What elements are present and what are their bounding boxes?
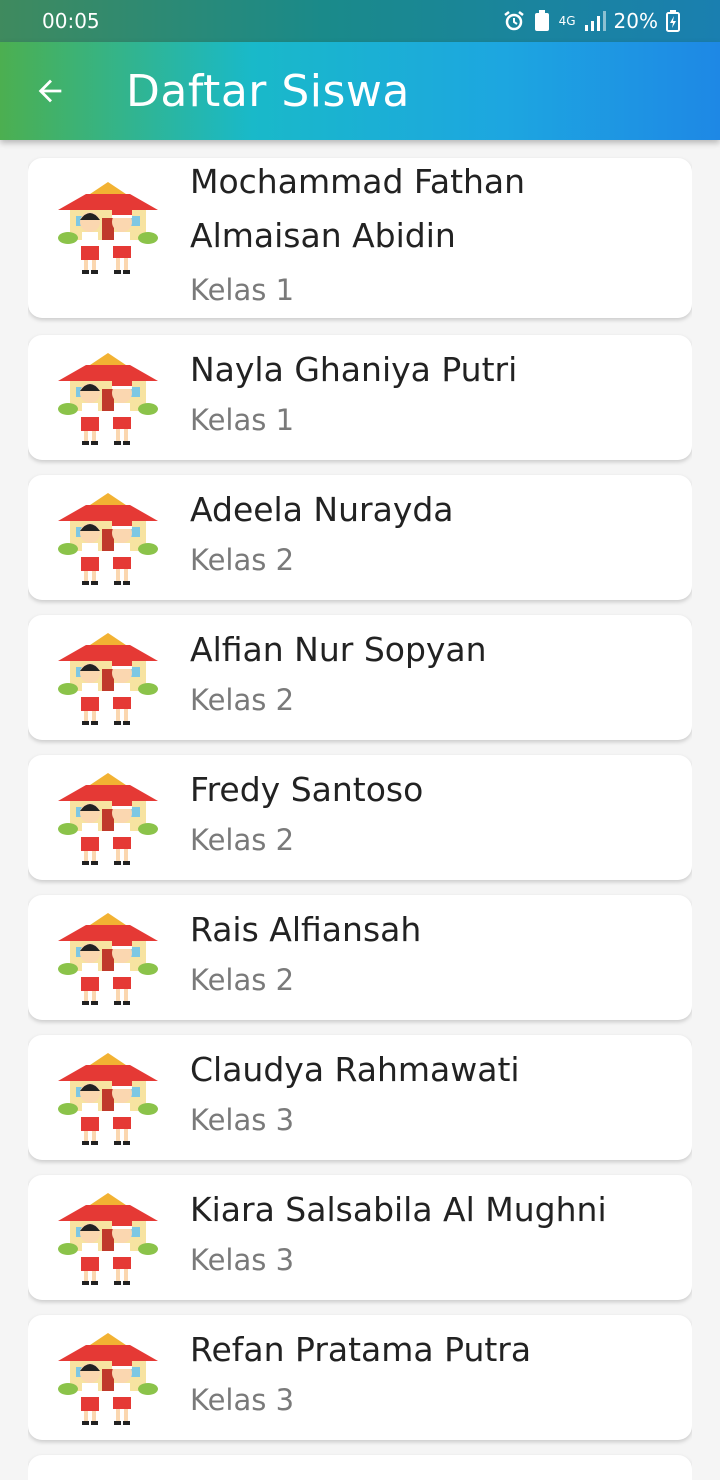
school-avatar-icon bbox=[56, 631, 160, 727]
student-name: Mochammad Fathan Almaisan Abidin bbox=[190, 162, 526, 255]
student-class: Kelas 3 bbox=[190, 1383, 295, 1417]
app-bar: Daftar Siswa bbox=[0, 42, 720, 140]
student-name: Adeela Nurayda bbox=[190, 490, 454, 529]
student-class: Kelas 1 bbox=[190, 273, 295, 307]
school-avatar-icon bbox=[56, 491, 160, 587]
battery-charging-icon bbox=[666, 10, 680, 32]
school-avatar-icon bbox=[56, 180, 160, 276]
student-class: Kelas 3 bbox=[190, 1103, 295, 1137]
school-avatar-icon bbox=[56, 1331, 160, 1427]
status-icons: 4G 20% bbox=[503, 9, 680, 33]
student-card[interactable]: Alfian Nur Sopyan Kelas 2 bbox=[28, 615, 692, 740]
student-class: Kelas 1 bbox=[190, 403, 295, 437]
student-card[interactable]: Rais Alfiansah Kelas 2 bbox=[28, 895, 692, 1020]
student-card[interactable]: Mochammad Fathan Almaisan Abidin Kelas 1 bbox=[28, 158, 692, 318]
student-card[interactable]: Refan Pratama Putra Kelas 3 bbox=[28, 1315, 692, 1440]
student-card[interactable]: Fredy Santoso Kelas 2 bbox=[28, 755, 692, 880]
student-name: Kiara Salsabila Al Mughni bbox=[190, 1190, 607, 1229]
signal-icon bbox=[584, 11, 606, 31]
arrow-back-icon bbox=[38, 79, 62, 103]
student-card[interactable]: Nayla Ghaniya Putri Kelas 1 bbox=[28, 335, 692, 460]
student-list[interactable]: Mochammad Fathan Almaisan Abidin Kelas 1 bbox=[28, 140, 692, 1480]
alarm-icon bbox=[503, 10, 525, 32]
school-avatar-icon bbox=[56, 1191, 160, 1287]
student-name: Claudya Rahmawati bbox=[190, 1050, 520, 1089]
school-avatar-icon bbox=[56, 911, 160, 1007]
status-time: 00:05 bbox=[42, 9, 100, 33]
student-name: Alfian Nur Sopyan bbox=[190, 630, 487, 669]
page-title: Daftar Siswa bbox=[126, 65, 410, 117]
back-button[interactable] bbox=[20, 61, 80, 121]
status-bar: 00:05 4G 20% bbox=[0, 0, 720, 42]
student-class: Kelas 2 bbox=[190, 683, 295, 717]
student-name: Refan Pratama Putra bbox=[190, 1330, 532, 1369]
student-card-partial[interactable] bbox=[28, 1455, 692, 1480]
student-name: Rais Alfiansah bbox=[190, 910, 422, 949]
student-name: Fredy Santoso bbox=[190, 770, 424, 809]
student-card[interactable]: Kiara Salsabila Al Mughni Kelas 3 bbox=[28, 1175, 692, 1300]
network-type: 4G bbox=[558, 14, 576, 28]
student-class: Kelas 2 bbox=[190, 543, 295, 577]
student-class: Kelas 2 bbox=[190, 963, 295, 997]
student-card[interactable]: Adeela Nurayda Kelas 2 bbox=[28, 475, 692, 600]
student-name: Nayla Ghaniya Putri bbox=[190, 350, 518, 389]
student-class: Kelas 3 bbox=[190, 1243, 295, 1277]
school-avatar-icon bbox=[56, 351, 160, 447]
school-avatar-icon bbox=[56, 1051, 160, 1147]
student-class: Kelas 2 bbox=[190, 823, 295, 857]
student-card[interactable]: Claudya Rahmawati Kelas 3 bbox=[28, 1035, 692, 1160]
battery-saver-icon bbox=[533, 10, 551, 32]
school-avatar-icon bbox=[56, 771, 160, 867]
battery-percent: 20% bbox=[613, 9, 658, 33]
